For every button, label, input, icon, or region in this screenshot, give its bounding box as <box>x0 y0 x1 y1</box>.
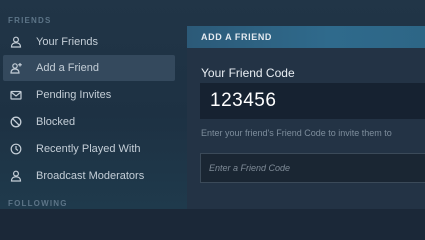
sidebar-item-pending-invites[interactable]: Pending Invites <box>0 82 175 108</box>
clock-icon <box>9 142 23 156</box>
sidebar: FRIENDS Your Friends Add a Friend Pendin… <box>0 0 181 209</box>
envelope-icon <box>9 88 23 102</box>
sidebar-item-broadcast-moderators[interactable]: Broadcast Moderators <box>0 163 175 189</box>
friend-code-hint: Enter your friend's Friend Code to invit… <box>201 128 392 138</box>
section-label-following: FOLLOWING <box>8 199 68 208</box>
add-person-icon <box>9 61 23 75</box>
sidebar-item-recently-played-with[interactable]: Recently Played With <box>0 136 175 162</box>
sidebar-item-add-a-friend[interactable]: Add a Friend <box>3 55 175 81</box>
add-friend-panel: ADD A FRIEND Your Friend Code 123456 Ent… <box>187 26 425 209</box>
sidebar-item-label: Your Friends <box>36 36 98 48</box>
sidebar-item-your-friends[interactable]: Your Friends <box>0 29 175 55</box>
sidebar-item-label: Blocked <box>36 116 76 128</box>
sidebar-item-label: Broadcast Moderators <box>36 170 145 182</box>
friend-code-box[interactable]: 123456 <box>200 83 425 119</box>
friend-code-value: 123456 <box>210 90 277 111</box>
section-label-friends: FRIENDS <box>8 16 52 25</box>
person-icon <box>9 35 23 49</box>
sidebar-item-label: Recently Played With <box>36 143 141 155</box>
sidebar-item-label: Pending Invites <box>36 89 112 101</box>
sidebar-item-blocked[interactable]: Blocked <box>0 109 175 135</box>
person-icon <box>9 169 23 183</box>
friend-code-label: Your Friend Code <box>201 66 295 80</box>
friend-code-input[interactable] <box>200 153 425 183</box>
sidebar-item-label: Add a Friend <box>36 62 99 74</box>
panel-title: ADD A FRIEND <box>187 26 425 48</box>
friends-window: FRIENDS Your Friends Add a Friend Pendin… <box>0 0 425 209</box>
blocked-icon <box>9 115 23 129</box>
